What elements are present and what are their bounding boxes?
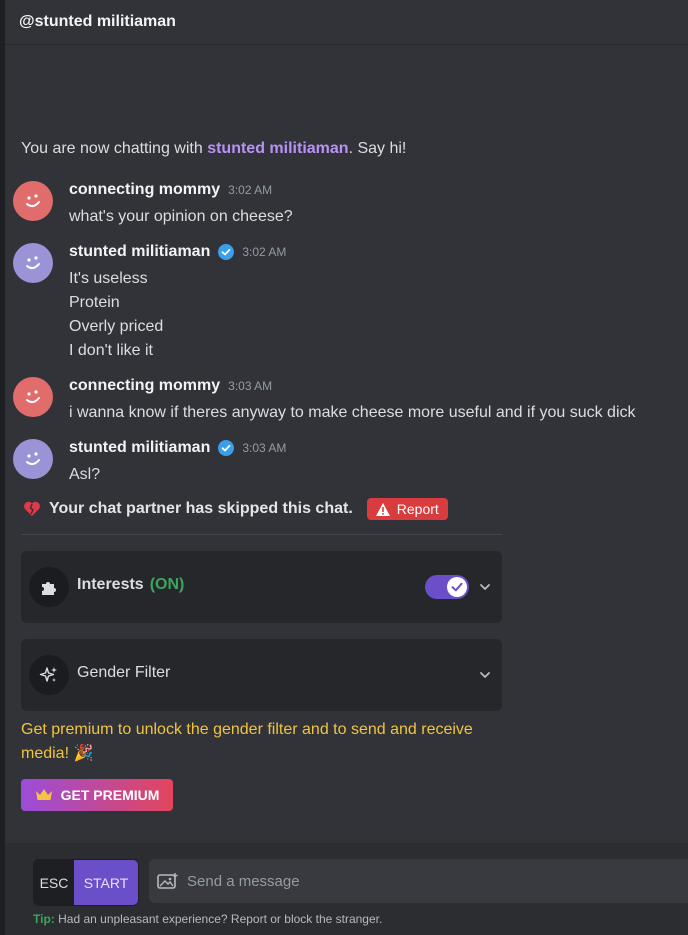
message-line: Overly priced (69, 318, 164, 335)
esc-start-button[interactable]: ESC START (33, 859, 139, 906)
warning-icon (375, 502, 390, 516)
divider (21, 534, 502, 535)
intro-prefix: You are now chatting with (21, 140, 208, 157)
composer-area: ESC START Tip: Had an unpleasant experie… (5, 843, 688, 935)
message-line: Asl? (69, 466, 101, 483)
message-line: I don't like it (69, 342, 153, 359)
tip-text: Tip: Had an unpleasant experience? Repor… (33, 912, 382, 926)
intro-text: You are now chatting with stunted militi… (21, 140, 406, 158)
start-label: START (74, 860, 138, 905)
crown-icon (35, 789, 52, 800)
message: connecting mommy 3:03 AM i wanna know if… (13, 377, 683, 425)
message-input[interactable] (187, 872, 667, 890)
interests-label: Interests (77, 576, 144, 593)
message-author[interactable]: stunted militiaman (69, 439, 210, 457)
message-author[interactable]: connecting mommy (69, 181, 220, 199)
verified-badge-icon (218, 244, 235, 260)
gender-filter-panel[interactable]: Gender Filter (21, 639, 502, 711)
report-button-label: Report (396, 501, 439, 517)
get-premium-label: GET PREMIUM (60, 787, 160, 803)
chevron-down-icon[interactable] (477, 667, 493, 683)
message-line: Protein (69, 294, 120, 311)
message: stunted militiaman 3:03 AM Asl? (13, 439, 683, 487)
verified-badge-icon (218, 440, 235, 456)
message-timestamp: 3:02 AM (242, 245, 287, 259)
skip-notice-text: Your chat partner has skipped this chat. (49, 500, 353, 517)
chevron-down-icon[interactable] (477, 579, 493, 595)
avatar-face-icon (13, 181, 53, 221)
skip-notice: Your chat partner has skipped this chat.… (23, 498, 448, 520)
check-icon (451, 582, 463, 592)
message-timestamp: 3:02 AM (228, 183, 273, 197)
interests-toggle[interactable] (425, 575, 469, 599)
interests-title: Interests (ON) (77, 576, 184, 594)
chat-header: @stunted militiaman (5, 0, 688, 45)
message-composer[interactable] (149, 859, 688, 903)
puzzle-icon (29, 567, 69, 607)
message-timestamp: 3:03 AM (242, 441, 287, 455)
interests-status: (ON) (149, 576, 185, 593)
avatar[interactable] (13, 377, 53, 417)
report-button[interactable]: Report (366, 498, 448, 520)
avatar-face-icon (13, 377, 53, 417)
message-author[interactable]: connecting mommy (69, 377, 220, 395)
tip-body: Had an unpleasant experience? Report or … (54, 912, 383, 926)
message-author[interactable]: stunted militiaman (69, 243, 210, 261)
avatar[interactable] (13, 243, 53, 283)
tip-label: Tip: (33, 912, 55, 926)
intro-suffix: . Say hi! (348, 140, 407, 157)
message-line: i wanna know if theres anyway to make ch… (69, 404, 636, 421)
avatar-face-icon (13, 243, 53, 283)
intro-partner-name[interactable]: stunted militiaman (207, 140, 348, 157)
chat-window: @stunted militiaman You are now chatting… (5, 0, 688, 935)
premium-promo-text: Get premium to unlock the gender filter … (21, 721, 473, 762)
message: stunted militiaman 3:02 AM It's useless … (13, 243, 683, 363)
message-line: what's your opinion on cheese? (69, 208, 293, 225)
avatar-face-icon (13, 439, 53, 479)
gender-filter-label: Gender Filter (77, 664, 171, 681)
esc-key-label: ESC (34, 860, 74, 905)
interests-panel[interactable]: Interests (ON) (21, 551, 502, 623)
image-upload-icon[interactable] (157, 872, 179, 890)
toggle-knob (447, 577, 467, 597)
get-premium-button[interactable]: GET PREMIUM (21, 779, 173, 811)
avatar[interactable] (13, 181, 53, 221)
message-line: It's useless (69, 270, 148, 287)
sparkles-icon (29, 655, 69, 695)
avatar[interactable] (13, 439, 53, 479)
chat-title: @stunted militiaman (19, 13, 176, 30)
broken-heart-icon (24, 501, 40, 516)
message-timestamp: 3:03 AM (228, 379, 273, 393)
message: connecting mommy 3:02 AM what's your opi… (13, 181, 683, 229)
